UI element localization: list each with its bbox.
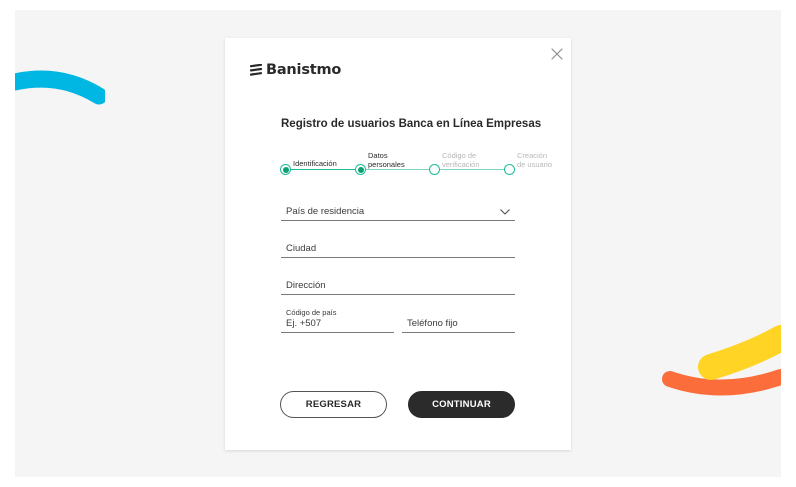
country-code-field[interactable]: Código de país Ej. +507 xyxy=(281,306,394,333)
city-placeholder: Ciudad xyxy=(286,243,317,254)
landline-field[interactable]: Teléfono fijo xyxy=(402,315,515,333)
step-3-dot xyxy=(429,164,440,175)
brand-name: Banistmo xyxy=(266,62,342,78)
step-2-label: Datos personales xyxy=(368,151,405,169)
back-button[interactable]: REGRESAR xyxy=(280,391,387,418)
country-residence-select[interactable]: País de residencia xyxy=(281,203,515,221)
yellow-brush-decoration xyxy=(698,325,781,380)
chevron-down-icon xyxy=(500,209,510,215)
landline-placeholder: Teléfono fijo xyxy=(407,318,458,329)
step-3-label: Código de verificación xyxy=(442,151,480,169)
brand-logo: Banistmo xyxy=(250,61,341,79)
country-code-placeholder: Ej. +507 xyxy=(286,318,322,329)
continue-button[interactable]: CONTINUAR xyxy=(408,391,515,418)
step-1-dot xyxy=(280,164,291,175)
step-4-label: Creación de usuario xyxy=(517,151,553,169)
step-4-dot xyxy=(504,164,515,175)
step-1-label: Identificación xyxy=(293,159,337,168)
country-code-label: Código de país xyxy=(286,308,337,317)
banistmo-logo-icon xyxy=(250,64,262,76)
address-placeholder: Dirección xyxy=(286,280,326,291)
step-2-dot xyxy=(355,164,366,175)
close-icon[interactable] xyxy=(551,48,563,60)
stepper-line-completed xyxy=(286,169,361,170)
address-field[interactable]: Dirección xyxy=(281,277,515,295)
country-residence-label: País de residencia xyxy=(286,206,365,217)
form-title: Registro de usuarios Banca en Línea Empr… xyxy=(281,118,542,130)
city-field[interactable]: Ciudad xyxy=(281,240,515,258)
cyan-brush-decoration xyxy=(15,70,105,105)
